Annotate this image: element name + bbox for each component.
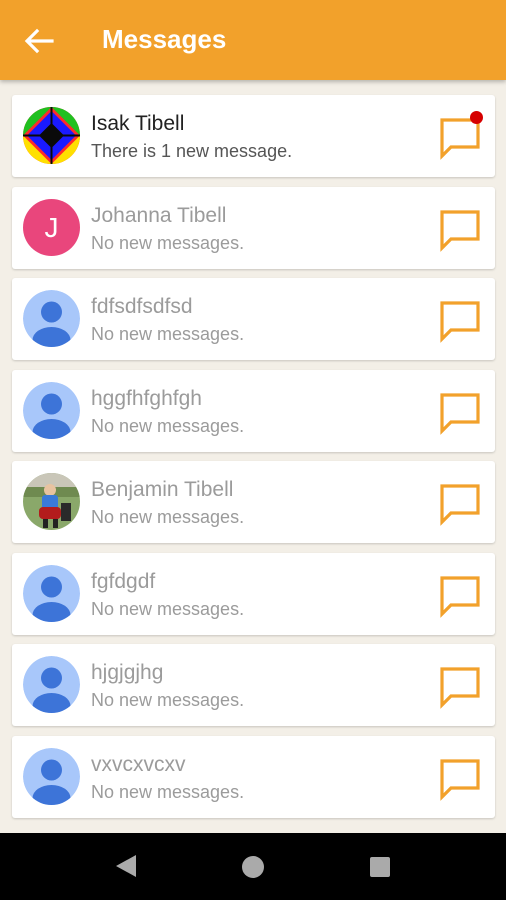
default-person-avatar-icon xyxy=(23,656,80,713)
contact-name: Benjamin Tibell xyxy=(91,478,234,501)
contact-card-isak-tibell[interactable]: Isak Tibell There is 1 new message. xyxy=(12,95,495,177)
nav-back-triangle-icon[interactable] xyxy=(114,853,138,879)
chat-bubble-icon[interactable] xyxy=(438,574,482,618)
contact-name: Johanna Tibell xyxy=(91,203,227,227)
nav-home-circle-icon[interactable] xyxy=(242,856,264,878)
default-person-avatar-icon xyxy=(23,290,80,347)
contact-status: No new messages. xyxy=(91,598,245,619)
contact-card[interactable]: hjgjgjhg No new messages. xyxy=(12,644,495,726)
contact-name: Isak Tibell xyxy=(91,112,185,135)
contact-status: No new messages. xyxy=(91,781,245,802)
contact-status: There is 1 new message. xyxy=(91,141,293,161)
nav-recents-square-icon[interactable] xyxy=(370,857,390,877)
contact-name: hggfhfghfgh xyxy=(91,386,202,410)
contact-card[interactable]: fdfsdfsdfsd No new messages. xyxy=(12,278,495,360)
contact-card-benjamin-tibell[interactable]: Benjamin Tibell No new messages. xyxy=(12,461,495,543)
avatar-colorful-pattern xyxy=(23,107,80,164)
contact-list: Isak Tibell There is 1 new message. J Jo… xyxy=(12,95,495,827)
contact-status: No new messages. xyxy=(91,690,245,710)
contact-status: No new messages. xyxy=(91,324,245,344)
contact-name: hjgjgjhg xyxy=(91,661,164,684)
contact-card[interactable]: vxvcxvcxv No new messages. xyxy=(12,735,495,818)
chat-bubble-icon[interactable] xyxy=(438,757,482,801)
chat-bubble-icon[interactable] xyxy=(438,299,482,343)
chat-bubble-icon[interactable] xyxy=(438,208,482,252)
contact-name: fgfdgdf xyxy=(91,569,156,593)
contact-card[interactable]: fgfdgdf No new messages. xyxy=(12,552,495,635)
page-title: Messages xyxy=(102,24,227,54)
contact-card-johanna-tibell[interactable]: J Johanna Tibell No new messages. xyxy=(12,186,495,269)
default-person-avatar-icon xyxy=(23,381,80,439)
back-arrow-icon[interactable] xyxy=(22,26,56,56)
default-person-avatar-icon xyxy=(23,747,80,805)
contact-card[interactable]: hggfhfghfgh No new messages. xyxy=(12,369,495,452)
chat-bubble-icon[interactable] xyxy=(438,391,482,435)
chat-bubble-icon[interactable] xyxy=(438,482,482,526)
avatar-photo xyxy=(23,473,80,530)
contact-status: No new messages. xyxy=(91,232,245,253)
unread-dot-badge xyxy=(470,111,483,124)
default-person-avatar-icon xyxy=(23,564,80,622)
chat-bubble-icon[interactable] xyxy=(438,665,482,709)
contact-name: vxvcxvcxv xyxy=(91,752,186,776)
contact-status: No new messages. xyxy=(91,507,245,527)
contact-status: No new messages. xyxy=(91,415,245,436)
avatar-letter: J xyxy=(23,198,80,256)
app-bar: Messages xyxy=(0,0,506,80)
contact-name: fdfsdfsdfsd xyxy=(91,295,193,318)
